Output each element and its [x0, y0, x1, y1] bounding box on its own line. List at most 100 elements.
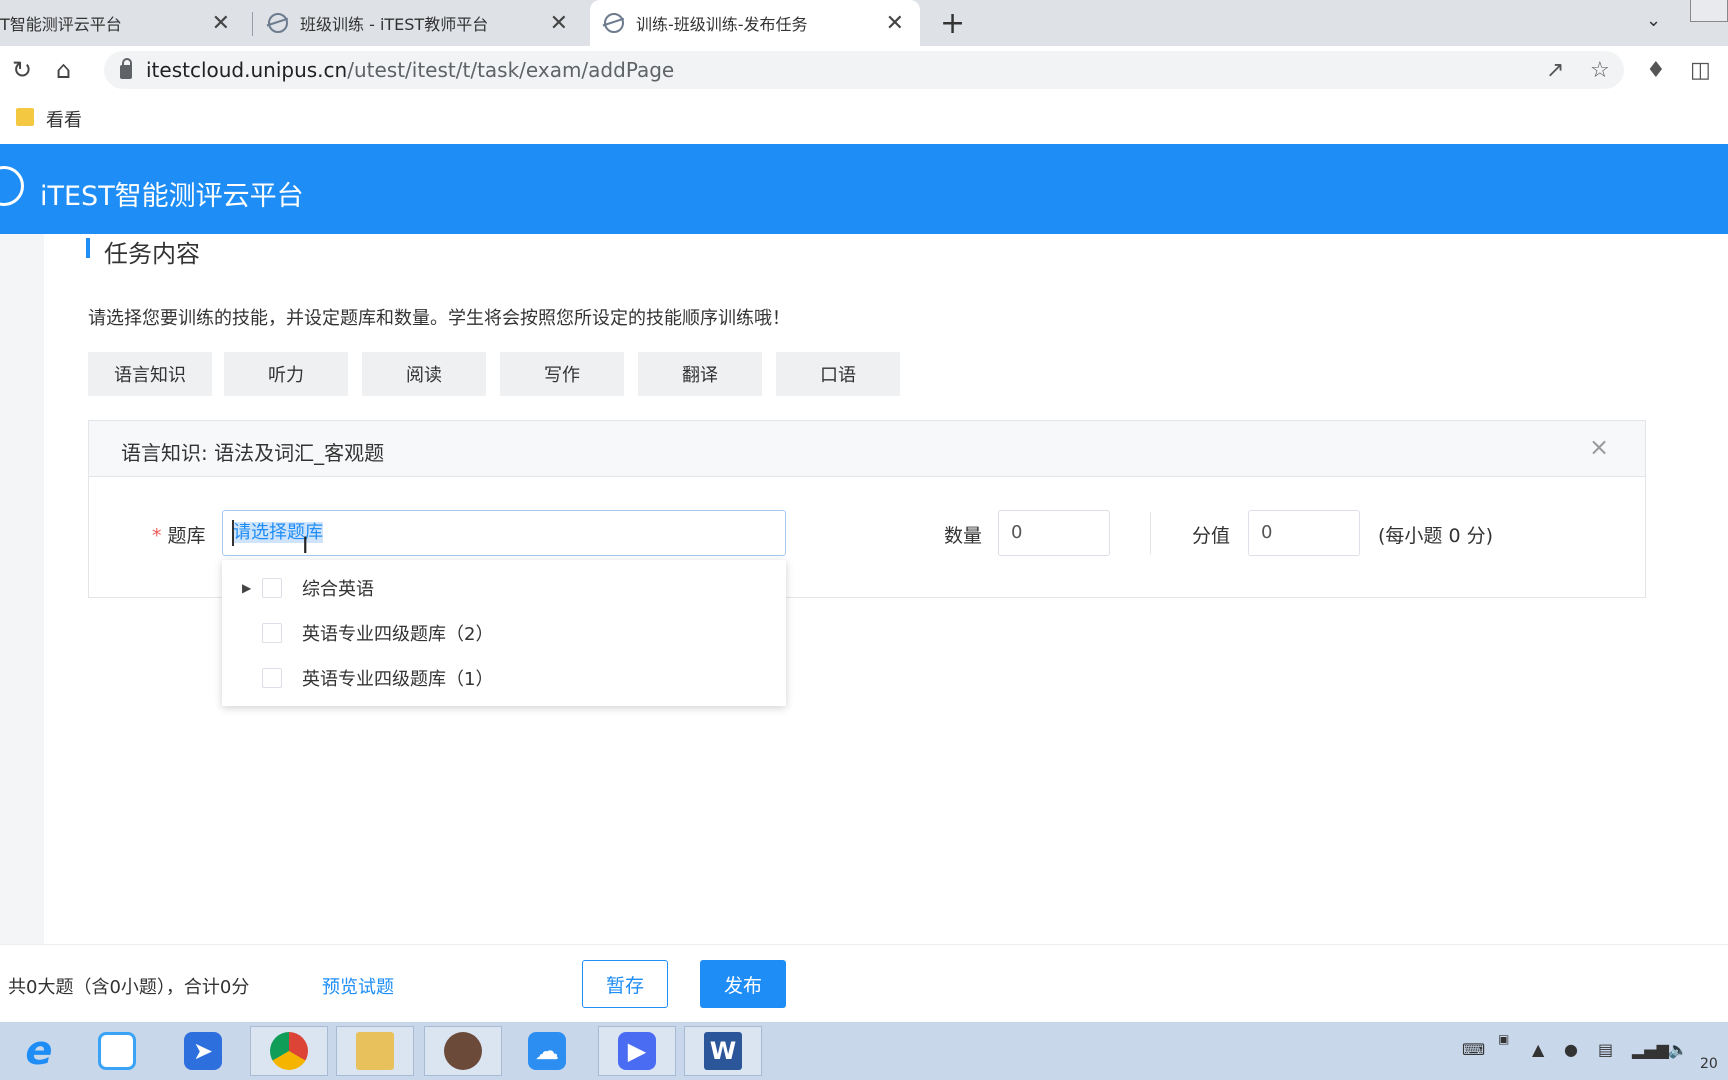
minimize-button[interactable] — [1690, 0, 1728, 22]
word-glyph: W — [704, 1032, 742, 1070]
per-item-note: (每小题 0 分) — [1378, 525, 1493, 547]
panel-title: 语言知识: 语法及词汇_客观题 — [121, 441, 385, 465]
network-adapter-icon[interactable]: ▤ — [1598, 1040, 1613, 1059]
section-title: 任务内容 — [104, 240, 200, 268]
new-tab-button[interactable]: + — [940, 6, 965, 41]
meeting-glyph: ☁ — [528, 1032, 566, 1070]
star-icon[interactable]: ☆ — [1590, 58, 1610, 83]
text-cursor-icon: I — [302, 534, 309, 559]
browser-tab-2[interactable]: 班级训练 - iTEST教师平台 ✕ — [268, 0, 584, 46]
browser-tab-1[interactable]: T智能测评云平台 ✕ — [0, 0, 246, 46]
volume-icon[interactable]: 🔈 — [1668, 1040, 1688, 1059]
file-explorer-icon[interactable] — [336, 1026, 414, 1076]
os-taskbar: e ➤ ☁ ▶ W ⌨ ▣ ▲ ● ▤ ▂▄▆ 🔈 20 — [0, 1022, 1728, 1080]
preview-link[interactable]: 预览试题 — [322, 973, 394, 999]
url-domain: itestcloud.unipus.cn — [146, 58, 348, 82]
qq-icon[interactable]: ● — [1564, 1040, 1578, 1059]
app-header: iTEST智能测评云平台 — [0, 144, 1728, 234]
browser-tab-bar: T智能测评云平台 ✕ 班级训练 - iTEST教师平台 ✕ 训练-班级训练-发布… — [0, 0, 1728, 46]
globe-icon — [604, 13, 624, 33]
play-glyph: ▶ — [618, 1032, 656, 1070]
bank-label: * 题库 — [152, 521, 206, 548]
close-icon[interactable]: ✕ — [550, 11, 568, 36]
extensions-icon[interactable]: ♦ — [1646, 58, 1666, 83]
photo-glyph — [444, 1032, 482, 1070]
chrome-glyph — [270, 1032, 308, 1070]
skill-tab-language-knowledge[interactable]: 语言知识 — [88, 352, 212, 396]
tab-title: T智能测评云平台 — [0, 15, 122, 34]
ie-glyph: e — [25, 1028, 53, 1074]
ie-icon[interactable]: e — [0, 1026, 78, 1076]
folder-glyph — [356, 1032, 394, 1070]
close-icon[interactable]: ✕ — [212, 11, 230, 36]
cloud-meeting-icon[interactable]: ☁ — [508, 1026, 586, 1076]
close-icon[interactable]: ✕ — [886, 11, 904, 36]
text-caret — [232, 520, 234, 546]
option-label: 英语专业四级题库（1） — [302, 669, 494, 690]
publish-button[interactable]: 发布 — [700, 960, 786, 1008]
quantity-input[interactable]: 0 — [998, 510, 1110, 556]
bookmarks-bar: 看看 — [0, 94, 1728, 144]
baidu-netdisk-icon[interactable] — [78, 1026, 156, 1076]
close-icon[interactable]: × — [1589, 433, 1609, 461]
dropdown-option[interactable]: ▶ 综合英语 — [222, 566, 786, 610]
logo-icon — [0, 166, 24, 206]
globe-icon — [268, 13, 288, 33]
photo-icon[interactable] — [424, 1026, 502, 1076]
field-divider — [1150, 512, 1151, 554]
url-field[interactable]: itestcloud.unipus.cn/utest/itest/t/task/… — [104, 51, 1624, 89]
feishu-icon[interactable]: ➤ — [164, 1026, 242, 1076]
skill-tab-speaking[interactable]: 口语 — [776, 352, 900, 396]
panel-header: 语言知识: 语法及词汇_客观题 × — [89, 421, 1645, 477]
task-summary: 共0大题（含0小题），合计0分 — [8, 977, 250, 998]
bank-placeholder: 请选择题库 — [233, 522, 323, 543]
checkbox[interactable] — [262, 668, 282, 688]
address-bar: ↻ ⌂ itestcloud.unipus.cn/utest/itest/t/t… — [0, 46, 1728, 94]
option-label: 综合英语 — [302, 579, 374, 600]
share-icon[interactable]: ↗ — [1546, 58, 1564, 83]
quantity-label: 数量 — [944, 525, 983, 547]
bank-dropdown: ▶ 综合英语 英语专业四级题库（2） 英语专业四级题库（1） — [222, 560, 786, 706]
dropdown-option[interactable]: 英语专业四级题库（1） — [222, 656, 786, 700]
reload-icon[interactable]: ↻ — [12, 56, 32, 84]
footer-bar: 共0大题（含0小题），合计0分 预览试题 暂存 发布 — [0, 944, 1728, 1022]
tab-title: 训练-班级训练-发布任务 — [636, 15, 808, 34]
side-panel-icon[interactable]: ◫ — [1690, 58, 1711, 83]
option-label: 英语专业四级题库（2） — [302, 624, 494, 645]
signal-icon[interactable]: ▂▄▆ — [1632, 1040, 1669, 1059]
save-draft-button[interactable]: 暂存 — [582, 960, 668, 1008]
tray-expand-icon[interactable]: ▲ — [1532, 1040, 1544, 1059]
tab-title: 班级训练 - iTEST教师平台 — [300, 15, 489, 34]
app-title: iTEST智能测评云平台 — [40, 181, 304, 212]
chevron-down-icon[interactable]: ⌄ — [1646, 10, 1661, 31]
instruction-text: 请选择您要训练的技能，并设定题库和数量。学生将会按照您所设定的技能顺序训练哦！ — [88, 308, 790, 329]
caret-right-icon[interactable]: ▶ — [242, 581, 251, 595]
home-icon[interactable]: ⌂ — [56, 56, 71, 84]
skill-tab-reading[interactable]: 阅读 — [362, 352, 486, 396]
keyboard-icon[interactable]: ⌨ — [1462, 1040, 1485, 1059]
feishu-glyph: ➤ — [184, 1032, 222, 1070]
score-label: 分值 — [1192, 525, 1231, 547]
required-mark: * — [152, 525, 162, 547]
bookmark-item[interactable]: 看看 — [46, 106, 82, 132]
checkbox[interactable] — [262, 578, 282, 598]
score-input[interactable]: 0 — [1248, 510, 1360, 556]
tab-separator — [252, 12, 253, 36]
word-icon[interactable]: W — [684, 1026, 762, 1076]
video-player-icon[interactable]: ▶ — [598, 1026, 676, 1076]
clock[interactable]: 20 — [1700, 1056, 1718, 1072]
chrome-icon[interactable] — [250, 1026, 328, 1076]
skill-tab-listening[interactable]: 听力 — [224, 352, 348, 396]
dropdown-option[interactable]: 英语专业四级题库（2） — [222, 611, 786, 655]
restore-icon[interactable]: ▣ — [1498, 1032, 1509, 1046]
skill-tab-writing[interactable]: 写作 — [500, 352, 624, 396]
bank-label-text: 题库 — [167, 525, 206, 547]
folder-icon — [16, 108, 34, 126]
checkbox[interactable] — [262, 623, 282, 643]
netdisk-glyph — [98, 1032, 136, 1070]
url-path: /utest/itest/t/task/exam/addPage — [347, 58, 675, 82]
left-gutter — [0, 234, 44, 944]
browser-tab-3-active[interactable]: 训练-班级训练-发布任务 ✕ — [590, 0, 920, 46]
section-accent — [86, 238, 90, 258]
skill-tab-translation[interactable]: 翻译 — [638, 352, 762, 396]
